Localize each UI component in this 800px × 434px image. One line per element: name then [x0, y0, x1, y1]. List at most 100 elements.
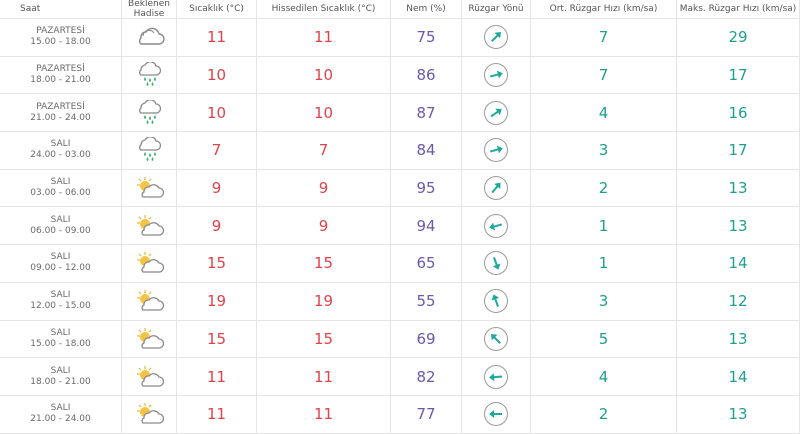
time-cell: PAZARTESİ 21.00 - 24.00: [0, 94, 122, 133]
max-wind-speed: 13: [677, 169, 800, 208]
weather-icon-cell: [122, 132, 177, 170]
temperature: 15: [177, 245, 257, 283]
feels-like-temperature: 15: [257, 320, 391, 359]
time-range: 09.00 - 12.00: [30, 263, 91, 274]
weather-icon-cell: [122, 19, 177, 57]
header-temp: Sıcaklık (°C): [177, 0, 257, 19]
max-wind-speed: 16: [677, 94, 800, 133]
wind-arrow-icon: [484, 289, 508, 314]
weather-icon-cell: [122, 245, 177, 283]
temperature: 15: [177, 320, 257, 359]
rain-icon: [135, 137, 163, 163]
wind-arrow-icon: [484, 100, 508, 125]
time-range: 03.00 - 06.00: [30, 188, 91, 199]
rain-icon: [135, 62, 163, 88]
avg-wind-speed: 1: [531, 245, 677, 283]
feels-like-temperature: 9: [257, 169, 391, 208]
weather-icon-cell: [122, 207, 177, 246]
max-wind-speed: 14: [677, 245, 800, 283]
partly-cloudy-icon: [134, 402, 164, 426]
max-wind-speed: 13: [677, 395, 800, 434]
avg-wind-speed: 7: [531, 19, 677, 57]
temperature: 7: [177, 132, 257, 170]
wind-arrow-icon: [484, 176, 508, 201]
temperature: 19: [177, 282, 257, 321]
avg-wind-speed: 1: [531, 207, 677, 246]
wind-arrow-icon: [484, 402, 508, 427]
wind-direction-cell: [462, 282, 531, 321]
feels-like-temperature: 15: [257, 245, 391, 283]
header-event: Beklenen Hadise: [122, 0, 177, 19]
day-label: SALI: [50, 403, 71, 414]
time-range: 12.00 - 15.00: [30, 301, 91, 312]
temperature: 10: [177, 56, 257, 95]
header-max-wind: Maks. Rüzgar Hızı (km/sa): [677, 0, 800, 19]
temperature: 11: [177, 358, 257, 396]
day-label: SALI: [50, 327, 71, 338]
temperature: 11: [177, 19, 257, 57]
day-label: PAZARTESİ: [36, 26, 85, 37]
weather-icon-cell: [122, 358, 177, 396]
feels-like-temperature: 10: [257, 56, 391, 95]
wind-direction-cell: [462, 94, 531, 133]
time-cell: SALI 18.00 - 21.00: [0, 358, 122, 396]
wind-direction-cell: [462, 207, 531, 246]
feels-like-temperature: 9: [257, 207, 391, 246]
wind-direction-cell: [462, 245, 531, 283]
time-cell: SALI 21.00 - 24.00: [0, 395, 122, 434]
time-range: 18.00 - 21.00: [30, 75, 91, 86]
weather-icon-cell: [122, 395, 177, 434]
max-wind-speed: 12: [677, 282, 800, 321]
max-wind-speed: 14: [677, 358, 800, 396]
feels-like-temperature: 19: [257, 282, 391, 321]
max-wind-speed: 13: [677, 207, 800, 246]
humidity: 86: [391, 56, 462, 95]
feels-like-temperature: 7: [257, 132, 391, 170]
max-wind-speed: 29: [677, 19, 800, 57]
avg-wind-speed: 4: [531, 94, 677, 133]
time-cell: SALI 12.00 - 15.00: [0, 282, 122, 321]
day-label: SALI: [50, 139, 71, 150]
avg-wind-speed: 2: [531, 395, 677, 434]
day-label: SALI: [50, 290, 71, 301]
time-cell: SALI 09.00 - 12.00: [0, 245, 122, 283]
day-label: SALI: [50, 365, 71, 376]
time-range: 15.00 - 18.00: [30, 37, 91, 48]
weather-icon-cell: [122, 282, 177, 321]
time-range: 21.00 - 24.00: [30, 414, 91, 425]
weather-icon-cell: [122, 169, 177, 208]
feels-like-temperature: 11: [257, 358, 391, 396]
wind-direction-cell: [462, 56, 531, 95]
wind-direction-cell: [462, 395, 531, 434]
header-humidity: Nem (%): [391, 0, 462, 19]
temperature: 9: [177, 169, 257, 208]
avg-wind-speed: 2: [531, 169, 677, 208]
wind-direction-cell: [462, 320, 531, 359]
day-label: PAZARTESİ: [36, 64, 85, 75]
wind-direction-cell: [462, 169, 531, 208]
weather-icon-cell: [122, 56, 177, 95]
header-time: Saat: [0, 0, 122, 19]
partly-cloudy-icon: [134, 327, 164, 351]
feels-like-temperature: 11: [257, 395, 391, 434]
wind-arrow-icon: [484, 251, 508, 276]
humidity: 84: [391, 132, 462, 170]
max-wind-speed: 17: [677, 56, 800, 95]
header-event-label: Beklenen Hadise: [128, 0, 170, 19]
time-cell: SALI 24.00 - 03.00: [0, 132, 122, 170]
humidity: 87: [391, 94, 462, 133]
humidity: 82: [391, 358, 462, 396]
humidity: 94: [391, 207, 462, 246]
time-range: 24.00 - 03.00: [30, 150, 91, 161]
day-label: PAZARTESİ: [36, 101, 85, 112]
max-wind-speed: 17: [677, 132, 800, 170]
wind-arrow-icon: [484, 364, 508, 389]
avg-wind-speed: 5: [531, 320, 677, 359]
humidity: 75: [391, 19, 462, 57]
day-label: SALI: [50, 214, 71, 225]
feels-like-temperature: 11: [257, 19, 391, 57]
partly-cloudy-icon: [134, 289, 164, 313]
time-cell: SALI 03.00 - 06.00: [0, 169, 122, 208]
cloudy-icon: [133, 26, 165, 48]
partly-cloudy-icon: [134, 176, 164, 200]
